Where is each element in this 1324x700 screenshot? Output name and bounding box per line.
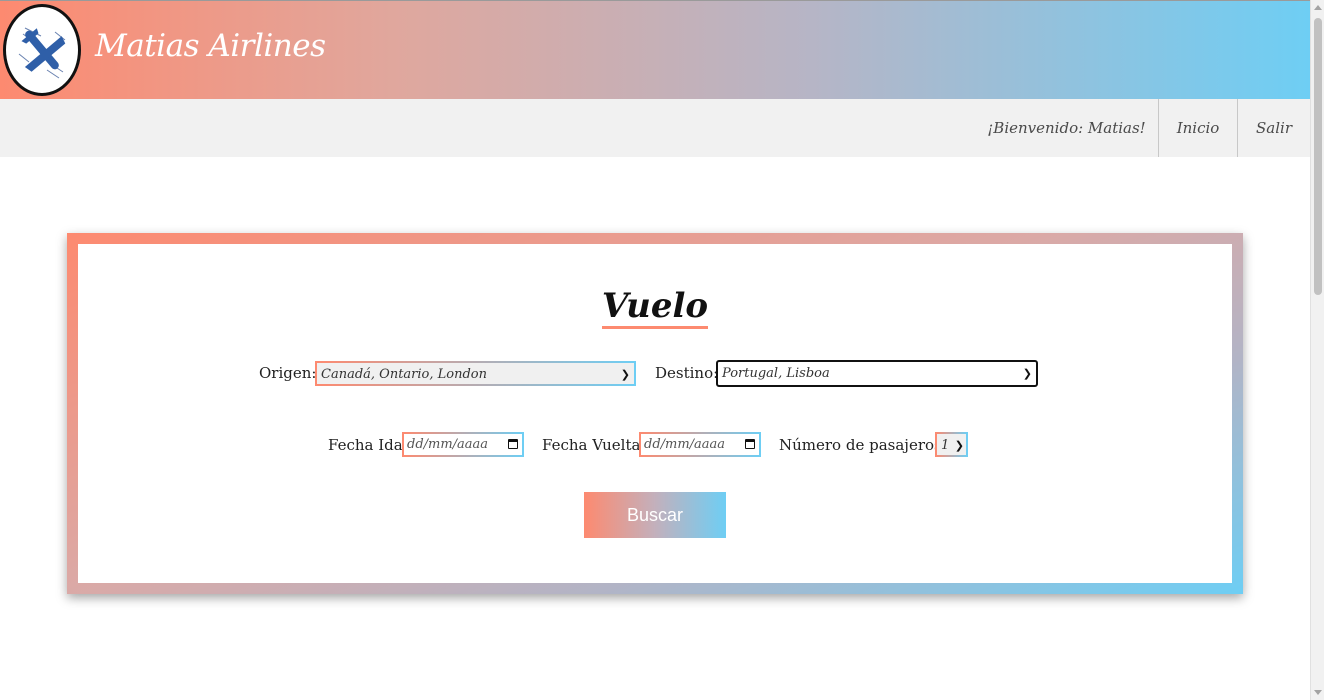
depart-date-label: Fecha Ida: (328, 436, 408, 454)
origin-select-value: Canadá, Ontario, London (321, 367, 487, 382)
form-title: Vuelo (78, 286, 1232, 329)
passengers-select-value: 1 (941, 438, 950, 453)
nav-bar: ¡Bienvenido: Matias! Inicio Salir (0, 99, 1310, 157)
nav-logout-link[interactable]: Salir (1238, 99, 1310, 157)
form-title-text: Vuelo (601, 286, 709, 329)
destination-select[interactable]: Portugal, Lisboa ❯ (716, 360, 1038, 387)
origin-label: Origen: (259, 364, 317, 382)
scroll-up-icon[interactable] (1314, 5, 1322, 10)
depart-date-placeholder: dd/mm/aaaa (407, 437, 489, 452)
passengers-label: Número de pasajeros: (779, 436, 947, 454)
destination-label: Destino: (655, 364, 719, 382)
scroll-down-icon[interactable] (1314, 690, 1322, 695)
flight-search-form: Vuelo Origen: Canadá, Ontario, London ❯ … (78, 244, 1232, 583)
return-date-placeholder: dd/mm/aaaa (644, 437, 726, 452)
chevron-down-icon: ❯ (1022, 367, 1032, 380)
brand-title: Matias Airlines (95, 28, 326, 64)
origin-select[interactable]: Canadá, Ontario, London ❯ (315, 361, 636, 386)
return-date-input[interactable]: dd/mm/aaaa (639, 432, 761, 457)
calendar-icon[interactable] (745, 439, 755, 449)
airplane-icon-graphic (18, 27, 66, 79)
airplane-icon[interactable] (3, 4, 81, 96)
destination-select-value: Portugal, Lisboa (722, 366, 830, 381)
site-header: Matias Airlines (0, 0, 1310, 99)
return-date-label: Fecha Vuelta: (542, 436, 646, 454)
passengers-select[interactable]: 1 ❯ (935, 432, 968, 457)
search-button[interactable]: Buscar (584, 492, 726, 538)
welcome-text: ¡Bienvenido: Matias! (987, 119, 1146, 137)
chevron-down-icon: ❯ (620, 368, 630, 381)
page-scrollbar[interactable] (1310, 0, 1324, 700)
scroll-thumb[interactable] (1314, 18, 1322, 295)
calendar-icon[interactable] (508, 439, 518, 449)
flight-search-card: Vuelo Origen: Canadá, Ontario, London ❯ … (67, 233, 1243, 594)
nav-home-link[interactable]: Inicio (1159, 99, 1237, 157)
chevron-down-icon: ❯ (954, 439, 964, 452)
depart-date-input[interactable]: dd/mm/aaaa (402, 432, 524, 457)
page: Matias Airlines ¡Bienvenido: Matias! Ini… (0, 0, 1310, 700)
